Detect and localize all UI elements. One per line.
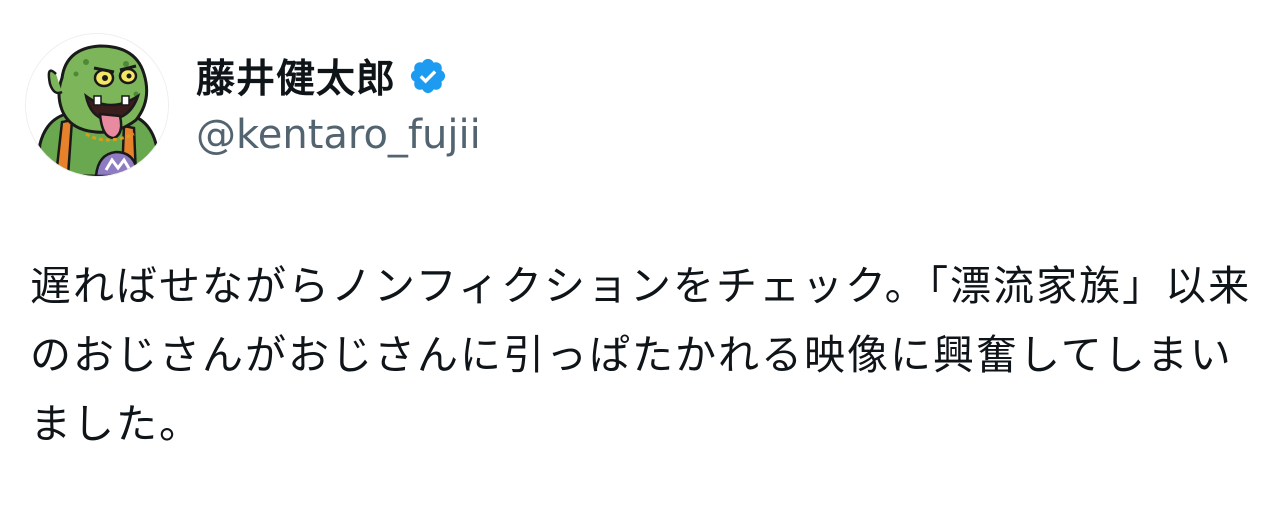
tweet-card: 藤井健太郎 @kentaro_fujii 遅ればせながらノンフィクションをチェッ… [0,0,1284,530]
avatar[interactable] [26,34,168,176]
display-name[interactable]: 藤井健太郎 [196,48,396,104]
tweet-text: 遅ればせながらノンフィクションをチェック。「漂流家族」以来のおじさんがおじさんに… [30,262,1252,448]
verified-badge-icon [408,56,448,96]
green-monster-avatar-icon [26,34,168,176]
author-handle[interactable]: @kentaro_fujii [196,112,481,158]
author-name-row: 藤井健太郎 [196,48,448,104]
